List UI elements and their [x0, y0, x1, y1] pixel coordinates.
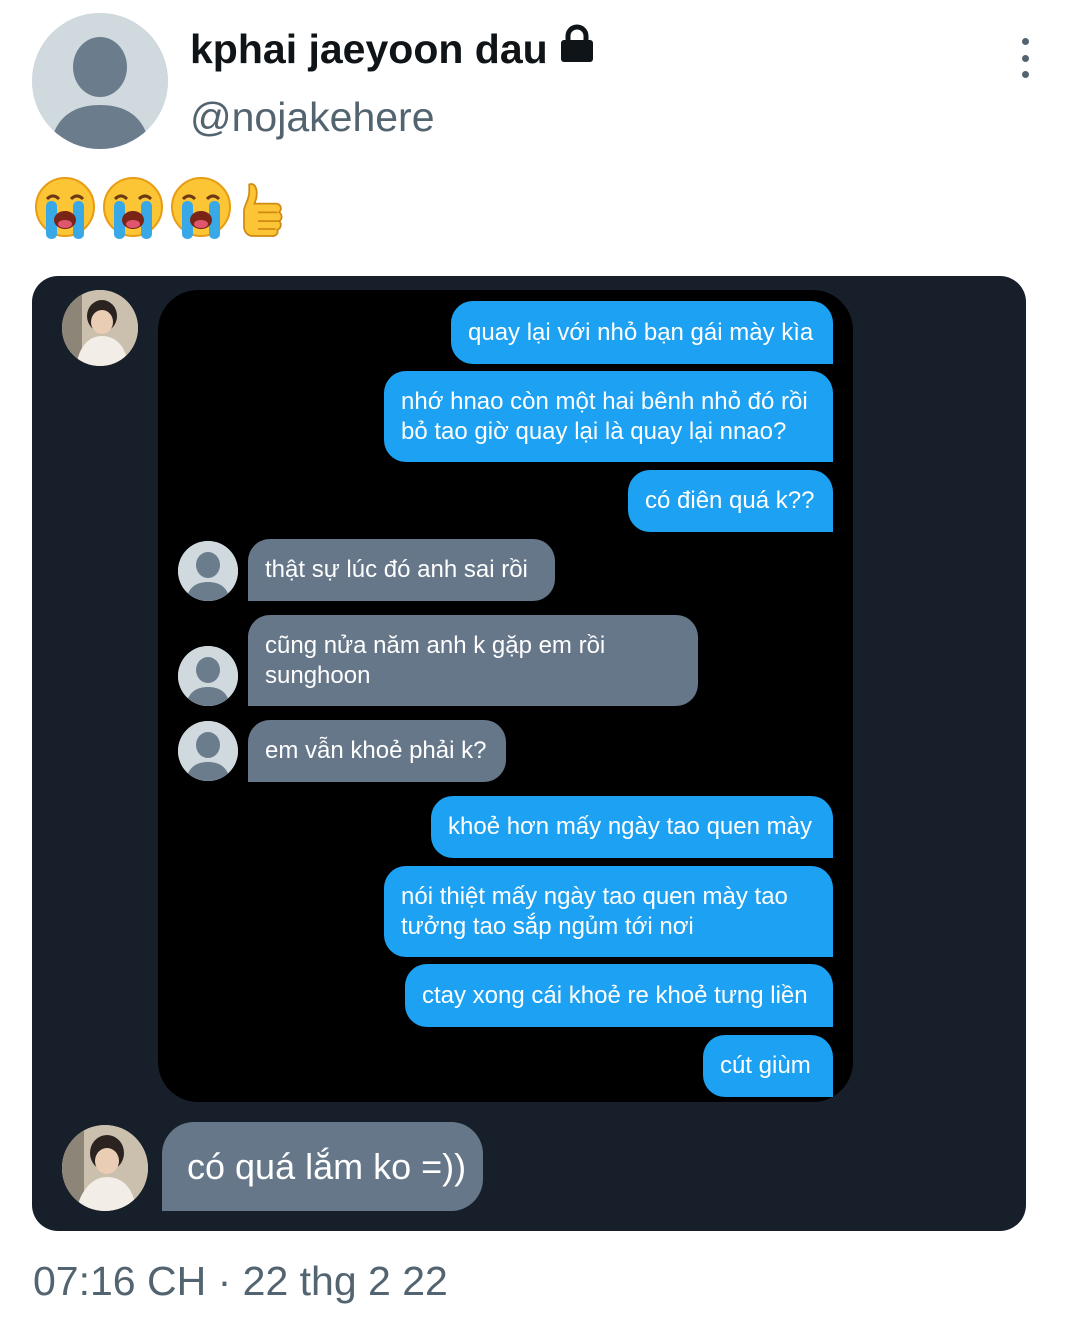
more-dot-icon: [1021, 38, 1029, 45]
contact-avatar: [178, 541, 238, 601]
outgoing-message: ctay xong cái khoẻ re khoẻ tưng liền: [405, 964, 833, 1027]
default-user-icon: [178, 721, 238, 781]
contact-avatar: [178, 721, 238, 781]
tweet-media-image[interactable]: quay lại với nhỏ bạn gái mày kìa nhớ hna…: [32, 276, 1026, 1231]
outgoing-message: nói thiệt mấy ngày tao quen mày tao tưởn…: [384, 866, 833, 957]
outgoing-message: quay lại với nhỏ bạn gái mày kìa: [451, 301, 833, 364]
outgoing-message: cút giùm: [703, 1035, 833, 1097]
loudly-crying-face-icon: [103, 177, 163, 239]
tweet-emoji-text: [33, 175, 293, 245]
display-name-text: kphai jaeyoon dau: [190, 25, 548, 72]
loudly-crying-face-icon: [35, 177, 95, 239]
contact-avatar: [178, 646, 238, 706]
default-user-icon: [178, 541, 238, 601]
outgoing-message: nhớ hnao còn một hai bênh nhỏ đó rồi bỏ …: [384, 371, 833, 462]
more-dot-icon: [1021, 71, 1029, 78]
profile-avatar[interactable]: [32, 13, 168, 149]
more-options-button[interactable]: [1008, 38, 1042, 78]
reply-avatar-photo: [62, 1125, 148, 1211]
more-dot-icon: [1021, 54, 1029, 62]
incoming-message: cũng nửa năm anh k gặp em rồi sunghoon: [248, 615, 698, 706]
outgoing-message: có điên quá k??: [628, 470, 833, 532]
reply-message: có quá lắm ko =)): [162, 1122, 483, 1211]
default-user-icon: [32, 13, 168, 149]
lock-icon: [558, 24, 596, 74]
chat-screenshot: quay lại với nhỏ bạn gái mày kìa nhớ hna…: [158, 290, 853, 1102]
user-handle[interactable]: @nojakehere: [190, 94, 435, 141]
incoming-message: em vẫn khoẻ phải k?: [248, 720, 506, 782]
chat-avatar-photo: [62, 290, 138, 366]
incoming-message: thật sự lúc đó anh sai rồi: [248, 539, 555, 601]
thumbs-up-icon: [243, 183, 283, 238]
loudly-crying-face-icon: [171, 177, 231, 239]
default-user-icon: [178, 646, 238, 706]
tweet-timestamp[interactable]: 07:16 CH · 22 thg 2 22: [33, 1258, 448, 1305]
display-name[interactable]: kphai jaeyoon dau: [190, 24, 596, 74]
outgoing-message: khoẻ hơn mấy ngày tao quen mày: [431, 796, 833, 858]
